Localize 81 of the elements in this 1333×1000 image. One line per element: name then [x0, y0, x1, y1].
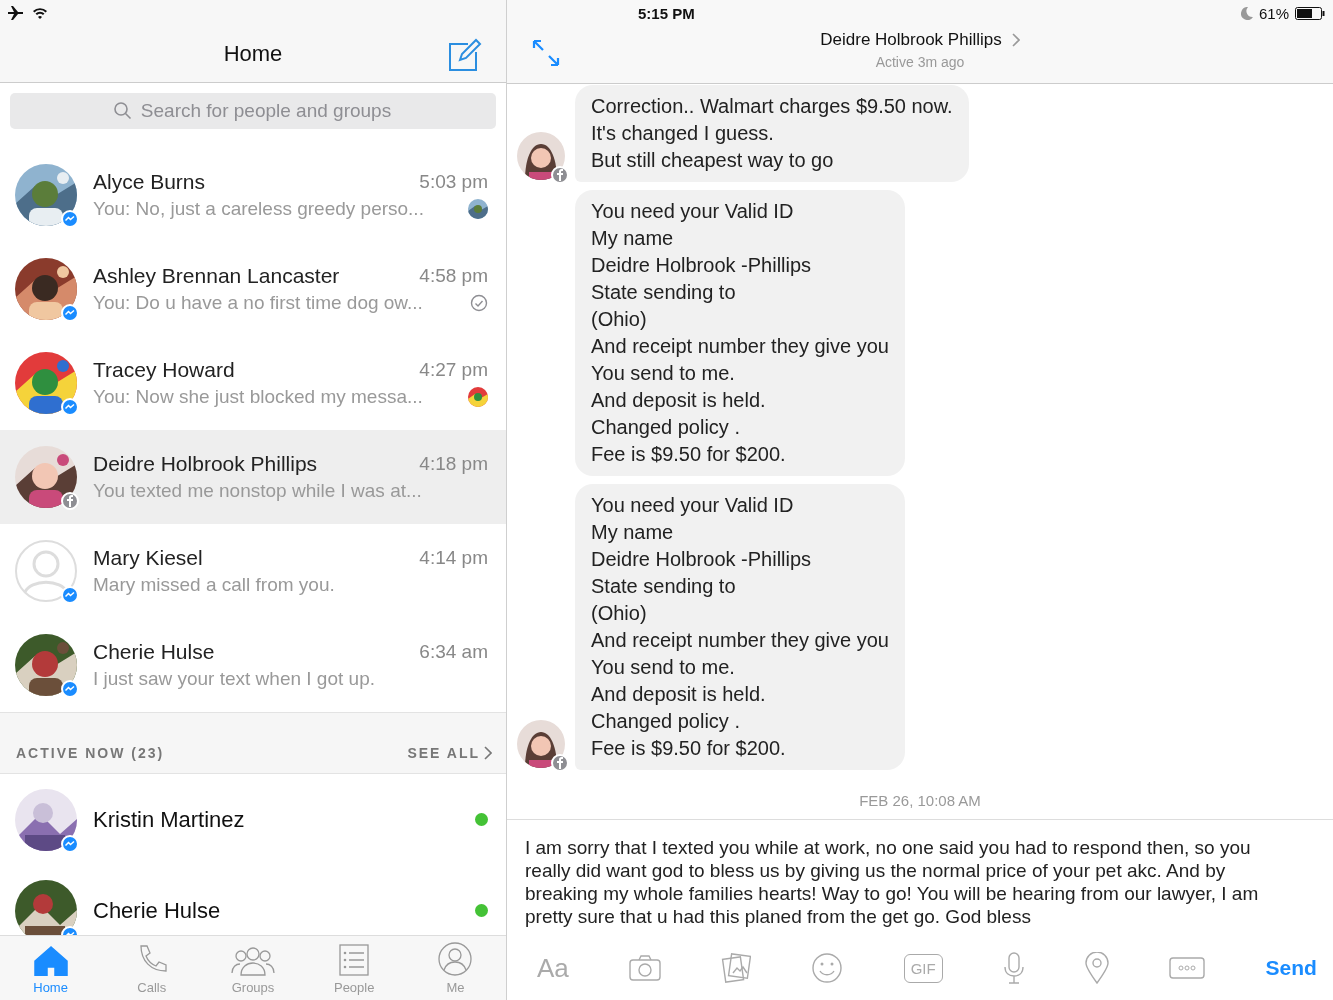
page-title: Home: [223, 41, 283, 67]
microphone-icon[interactable]: [1002, 952, 1025, 984]
facebook-badge-icon: [551, 166, 569, 184]
message-text: Changed policy .: [591, 415, 741, 440]
message-text: You send to me.: [591, 361, 736, 386]
message-text: And receipt number they give you: [591, 628, 889, 653]
message-preview: You: Do u have a no first time dog ow...: [93, 292, 423, 314]
contact-name: Cherie Hulse: [93, 640, 215, 664]
active-contact-item[interactable]: Kristin Martinez: [0, 774, 506, 865]
facebook-badge-icon: [551, 754, 569, 772]
message-preview: You texted me nonstop while I was at...: [93, 480, 422, 502]
expand-icon[interactable]: [531, 38, 561, 68]
message-preview: You: No, just a careless greedy perso...: [93, 198, 424, 220]
section-header: ACTIVE NOW (23): [16, 745, 165, 761]
active-status: Active 3m ago: [875, 54, 965, 70]
see-all-link[interactable]: SEE ALL: [407, 745, 492, 761]
group-icon: [231, 946, 275, 976]
message-time: 4:14 pm: [419, 547, 488, 569]
moon-icon: [1240, 6, 1253, 20]
message-preview: Mary missed a call from you.: [93, 574, 335, 596]
chevron-icon: [484, 746, 492, 760]
message-text: Changed policy .: [591, 709, 741, 734]
message-preview: You: Now she just blocked my messa...: [93, 386, 423, 408]
home-icon: [33, 946, 68, 976]
message-text: Correction.. Walmart charges $9.50 now.: [591, 94, 953, 119]
contact-name: Tracey Howard: [93, 358, 235, 382]
message-text: And deposit is held.: [591, 388, 767, 413]
message-time: 5:03 pm: [419, 171, 488, 193]
message-text: You need your Valid ID: [591, 493, 795, 518]
message-text: Fee is $9.50 for $200.: [591, 442, 787, 467]
more-icon[interactable]: [1169, 957, 1206, 979]
message-time: 4:18 pm: [419, 453, 488, 475]
conversation-item[interactable]: Tracey Howard 4:27 pm You: Now she just blocked my messa...: [0, 336, 506, 430]
conversation-item[interactable]: Alyce Burns 5:03 pm You: No, just a careless greedy perso...: [0, 148, 506, 242]
message-text: It's changed I guess.: [591, 121, 775, 146]
message-time: 4:58 pm: [419, 265, 488, 287]
conversation-item[interactable]: Cherie Hulse 6:34 am I just saw your text when I got up.: [0, 618, 506, 712]
message-text: Fee is $9.50 for $200.: [591, 736, 787, 761]
contact-name: Kristin Martinez: [93, 806, 246, 833]
messenger-badge-icon: [61, 834, 79, 853]
message-date: FEB 26, 10:08 AM: [858, 791, 982, 811]
message-text: State sending to: [591, 574, 737, 599]
message-time: 6:34 am: [419, 641, 488, 663]
message-text: And receipt number they give you: [591, 334, 889, 359]
contact-name: Ashley Brennan Lancaster: [93, 264, 340, 288]
message-text: State sending to: [591, 280, 737, 305]
conversation-item[interactable]: Ashley Brennan Lancaster 4:58 pm You: Do u have a no first time dog ow...: [0, 242, 506, 336]
contact-name: Mary Kiesel: [93, 546, 203, 570]
message-text: Deidre Holbrook -Phillips: [591, 547, 813, 572]
message-text: (Ohio): [591, 307, 648, 332]
list-icon: [339, 944, 370, 976]
message-field[interactable]: I am sorry that I texted you while at work, no one said you had to respond then, so you really did want god to bless us by giving us the normal price of your pet akc. And by breaking my whole families hearts! Way to go! You will be hearing from our lawyer, I am pretty sure that u had this planed from the get go. God bless: [507, 819, 1333, 936]
airplane-icon: [8, 6, 24, 20]
location-pin-icon[interactable]: [1085, 952, 1110, 984]
message-text: My name: [591, 226, 675, 251]
person-icon: [438, 942, 473, 976]
message-text: And deposit is held.: [591, 682, 767, 707]
wifi-icon: [32, 7, 48, 19]
search-field[interactable]: Search for people and groups: [10, 93, 496, 129]
contact-name: Deidre Holbrook Phillips: [93, 452, 318, 476]
message-text: My name: [591, 520, 675, 545]
message-text: You send to me.: [591, 655, 736, 680]
battery-icon: [1295, 6, 1325, 20]
chat-title[interactable]: Deidre Holbrook Phillips: [820, 30, 1020, 50]
message-time: 4:27 pm: [419, 359, 488, 381]
camera-icon[interactable]: [629, 955, 662, 981]
message-text: Deidre Holbrook -Phillips: [591, 253, 813, 278]
chevron-icon: [1011, 33, 1020, 47]
compose-icon[interactable]: [448, 38, 482, 72]
message-text: But still cheapest way to go: [591, 148, 835, 173]
message-text: You need your Valid ID: [591, 199, 795, 224]
conversation-item[interactable]: Deidre Holbrook Phillips 4:18 pm You texted me nonstop while I was at...: [0, 430, 506, 524]
conversation-item[interactable]: Mary Kiesel 4:14 pm Mary missed a call from you.: [0, 524, 506, 618]
battery-percent: 61%: [1258, 4, 1289, 22]
photo-gallery-icon[interactable]: [721, 953, 752, 983]
contact-name: Cherie Hulse: [93, 897, 222, 924]
emoji-icon[interactable]: [811, 952, 844, 984]
message-preview: I just saw your text when I got up.: [93, 668, 375, 690]
contact-name: Alyce Burns: [93, 170, 206, 194]
message-text: (Ohio): [591, 601, 648, 626]
status-time: 5:15 PM: [638, 4, 695, 22]
